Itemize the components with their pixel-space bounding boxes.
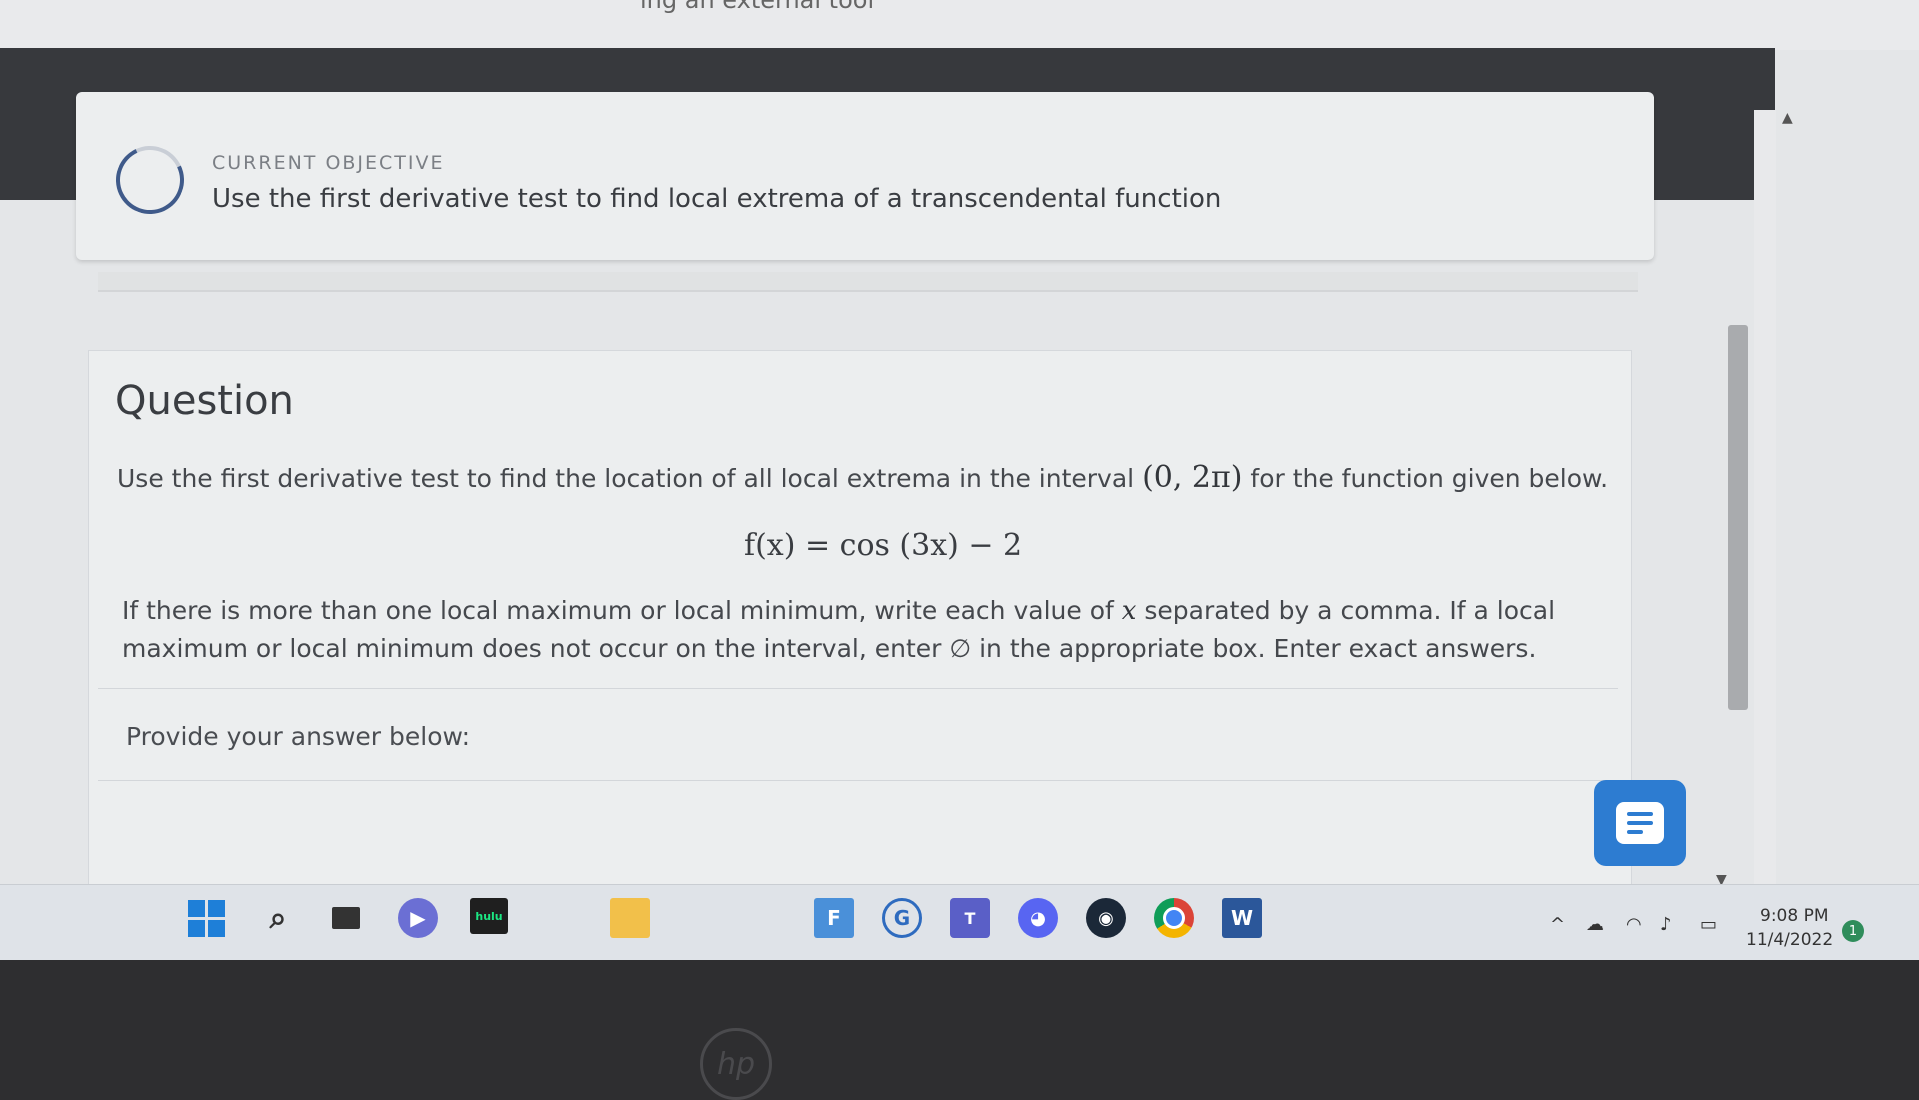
function-formula: f(x) = cos (3x) − 2 xyxy=(744,528,1023,563)
task-view-icon[interactable] xyxy=(326,898,366,938)
window-title-partial: ing an external tool xyxy=(640,0,875,14)
cloud-sync-icon[interactable]: ☁ xyxy=(1586,914,1604,935)
notification-badge[interactable]: 1 xyxy=(1842,920,1864,942)
objective-text: Use the first derivative test to find lo… xyxy=(212,184,1222,214)
teams-icon[interactable]: T xyxy=(950,898,990,938)
windows-start-icon[interactable] xyxy=(186,898,226,938)
content-scrollbar-thumb[interactable] xyxy=(1728,325,1748,710)
variable-x: x xyxy=(1121,596,1137,626)
file-explorer-icon[interactable] xyxy=(610,898,650,938)
word-icon[interactable]: W xyxy=(1222,898,1262,938)
answer-prompt: Provide your answer below: xyxy=(126,722,470,751)
question-instructions: If there is more than one local maximum … xyxy=(122,592,1602,668)
wifi-icon[interactable]: ◠ xyxy=(1626,914,1642,935)
chat-button[interactable] xyxy=(1594,780,1686,866)
steam-icon[interactable]: ◉ xyxy=(1086,898,1126,938)
scroll-up-arrow-icon[interactable]: ▲ xyxy=(1782,110,1793,126)
divider xyxy=(98,780,1618,781)
app-g-icon[interactable]: G xyxy=(882,898,922,938)
hulu-icon[interactable]: hulu xyxy=(470,898,508,934)
interval-math: (0, 2π) xyxy=(1142,460,1243,495)
battery-icon[interactable]: ▭ xyxy=(1700,914,1717,935)
chat-icon xyxy=(1616,802,1664,844)
instructions-part-a: If there is more than one local maximum … xyxy=(122,596,1114,625)
question-prompt-end: for the function given below. xyxy=(1250,464,1609,493)
search-icon[interactable]: ⌕ xyxy=(258,898,298,938)
question-title: Question xyxy=(115,378,294,424)
browser-top-strip: ing an external tool xyxy=(0,0,1919,50)
teams-chat-icon[interactable]: ▶ xyxy=(398,898,438,938)
question-prompt-start: Use the first derivative test to find th… xyxy=(117,464,1135,493)
app-f-icon[interactable]: F xyxy=(814,898,854,938)
clock-date[interactable]: 11/4/2022 xyxy=(1746,930,1833,950)
divider xyxy=(98,688,1618,689)
screen: ing an external tool CURRENT OBJECTIVE U… xyxy=(0,0,1919,960)
hp-logo-icon: hp xyxy=(700,1028,772,1100)
chrome-icon[interactable] xyxy=(1154,898,1194,938)
volume-icon[interactable]: ♪ xyxy=(1660,914,1672,935)
objective-card-stack xyxy=(98,272,1638,292)
question-prompt: Use the first derivative test to find th… xyxy=(117,460,1608,495)
objective-label: CURRENT OBJECTIVE xyxy=(212,152,445,174)
show-hidden-icons-chevron-icon[interactable]: ^ xyxy=(1550,914,1565,935)
page-scrollbar-track[interactable] xyxy=(1754,110,1776,890)
discord-icon[interactable]: ◕ xyxy=(1018,898,1058,938)
clock-time[interactable]: 9:08 PM xyxy=(1760,906,1829,926)
objective-card xyxy=(76,92,1654,260)
